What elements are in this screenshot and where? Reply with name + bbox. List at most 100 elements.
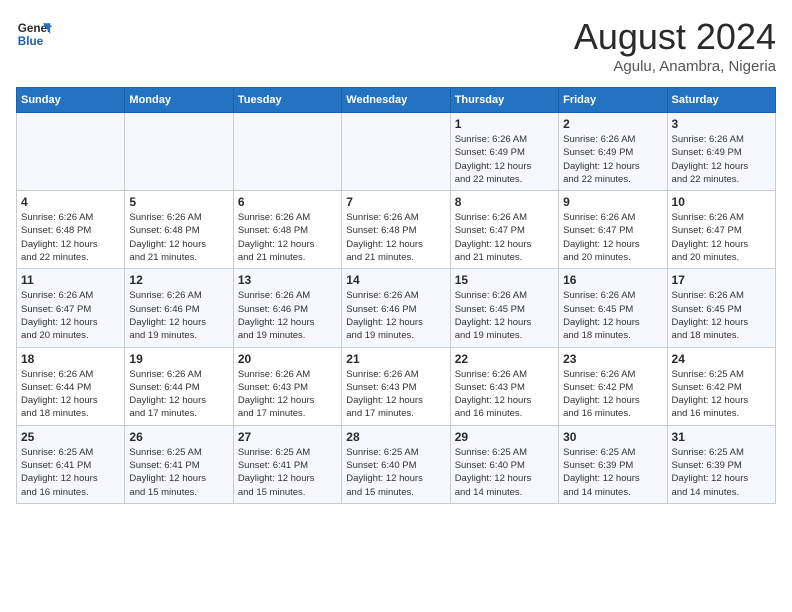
- day-cell: 30 Sunrise: 6:25 AM Sunset: 6:39 PM Dayli…: [559, 425, 667, 503]
- day-info: Sunrise: 6:26 AM Sunset: 6:49 PM Dayligh…: [563, 133, 662, 186]
- calendar-table: SundayMondayTuesdayWednesdayThursdayFrid…: [16, 87, 776, 504]
- day-info: Sunrise: 6:26 AM Sunset: 6:44 PM Dayligh…: [21, 368, 120, 421]
- day-info: Sunrise: 6:25 AM Sunset: 6:40 PM Dayligh…: [455, 446, 554, 499]
- day-number: 12: [129, 273, 228, 287]
- day-cell: 7 Sunrise: 6:26 AM Sunset: 6:48 PM Daylig…: [342, 191, 450, 269]
- day-cell: 29 Sunrise: 6:25 AM Sunset: 6:40 PM Dayli…: [450, 425, 558, 503]
- day-info: Sunrise: 6:26 AM Sunset: 6:46 PM Dayligh…: [346, 289, 445, 342]
- day-number: 23: [563, 352, 662, 366]
- day-number: 15: [455, 273, 554, 287]
- day-cell: 5 Sunrise: 6:26 AM Sunset: 6:48 PM Daylig…: [125, 191, 233, 269]
- day-header-thursday: Thursday: [450, 88, 558, 113]
- day-number: 29: [455, 430, 554, 444]
- day-cell: 11Sunrise: 6:26 AM Sunset: 6:47 PM Dayli…: [17, 269, 125, 347]
- day-info: Sunrise: 6:26 AM Sunset: 6:47 PM Dayligh…: [21, 289, 120, 342]
- day-cell: 27Sunrise: 6:25 AM Sunset: 6:41 PM Dayli…: [233, 425, 341, 503]
- day-number: 20: [238, 352, 337, 366]
- day-cell: 31 Sunrise: 6:25 AM Sunset: 6:39 PM Dayli…: [667, 425, 775, 503]
- day-info: Sunrise: 6:25 AM Sunset: 6:39 PM Dayligh…: [672, 446, 771, 499]
- day-info: Sunrise: 6:26 AM Sunset: 6:46 PM Dayligh…: [238, 289, 337, 342]
- day-number: 6: [238, 195, 337, 209]
- day-info: Sunrise: 6:26 AM Sunset: 6:48 PM Dayligh…: [21, 211, 120, 264]
- day-cell: 24Sunrise: 6:25 AM Sunset: 6:42 PM Dayli…: [667, 347, 775, 425]
- day-number: 26: [129, 430, 228, 444]
- day-info: Sunrise: 6:26 AM Sunset: 6:49 PM Dayligh…: [455, 133, 554, 186]
- day-cell: 9 Sunrise: 6:26 AM Sunset: 6:47 PM Daylig…: [559, 191, 667, 269]
- day-cell: 17Sunrise: 6:26 AM Sunset: 6:45 PM Dayli…: [667, 269, 775, 347]
- day-info: Sunrise: 6:26 AM Sunset: 6:47 PM Dayligh…: [563, 211, 662, 264]
- logo-icon: General Blue: [16, 16, 52, 52]
- week-row-3: 11Sunrise: 6:26 AM Sunset: 6:47 PM Dayli…: [17, 269, 776, 347]
- day-info: Sunrise: 6:26 AM Sunset: 6:48 PM Dayligh…: [129, 211, 228, 264]
- day-cell: 6Sunrise: 6:26 AM Sunset: 6:48 PM Daylig…: [233, 191, 341, 269]
- day-number: 31: [672, 430, 771, 444]
- day-info: Sunrise: 6:25 AM Sunset: 6:41 PM Dayligh…: [238, 446, 337, 499]
- day-cell: 19 Sunrise: 6:26 AM Sunset: 6:44 PM Dayli…: [125, 347, 233, 425]
- day-cell: 18 Sunrise: 6:26 AM Sunset: 6:44 PM Dayli…: [17, 347, 125, 425]
- day-header-tuesday: Tuesday: [233, 88, 341, 113]
- day-number: 4: [21, 195, 120, 209]
- day-number: 30: [563, 430, 662, 444]
- day-header-friday: Friday: [559, 88, 667, 113]
- day-info: Sunrise: 6:25 AM Sunset: 6:42 PM Dayligh…: [672, 368, 771, 421]
- day-cell: 23 Sunrise: 6:26 AM Sunset: 6:42 PM Dayli…: [559, 347, 667, 425]
- day-number: 13: [238, 273, 337, 287]
- week-row-2: 4 Sunrise: 6:26 AM Sunset: 6:48 PM Daylig…: [17, 191, 776, 269]
- days-header-row: SundayMondayTuesdayWednesdayThursdayFrid…: [17, 88, 776, 113]
- day-cell: 26 Sunrise: 6:25 AM Sunset: 6:41 PM Dayli…: [125, 425, 233, 503]
- day-cell: 28Sunrise: 6:25 AM Sunset: 6:40 PM Dayli…: [342, 425, 450, 503]
- day-number: 21: [346, 352, 445, 366]
- svg-text:Blue: Blue: [18, 35, 44, 48]
- day-cell: 15 Sunrise: 6:26 AM Sunset: 6:45 PM Dayli…: [450, 269, 558, 347]
- day-info: Sunrise: 6:25 AM Sunset: 6:41 PM Dayligh…: [129, 446, 228, 499]
- day-info: Sunrise: 6:26 AM Sunset: 6:45 PM Dayligh…: [672, 289, 771, 342]
- day-cell: 4 Sunrise: 6:26 AM Sunset: 6:48 PM Daylig…: [17, 191, 125, 269]
- day-info: Sunrise: 6:26 AM Sunset: 6:43 PM Dayligh…: [455, 368, 554, 421]
- day-number: 9: [563, 195, 662, 209]
- day-number: 19: [129, 352, 228, 366]
- week-row-5: 25 Sunrise: 6:25 AM Sunset: 6:41 PM Dayli…: [17, 425, 776, 503]
- day-number: 14: [346, 273, 445, 287]
- page-header: General Blue August 2024 Agulu, Anambra,…: [16, 16, 776, 75]
- day-info: Sunrise: 6:25 AM Sunset: 6:40 PM Dayligh…: [346, 446, 445, 499]
- day-number: 10: [672, 195, 771, 209]
- day-cell: 14 Sunrise: 6:26 AM Sunset: 6:46 PM Dayli…: [342, 269, 450, 347]
- day-header-sunday: Sunday: [17, 88, 125, 113]
- day-number: 5: [129, 195, 228, 209]
- day-info: Sunrise: 6:26 AM Sunset: 6:46 PM Dayligh…: [129, 289, 228, 342]
- day-cell: 8Sunrise: 6:26 AM Sunset: 6:47 PM Daylig…: [450, 191, 558, 269]
- day-number: 7: [346, 195, 445, 209]
- day-cell: 12 Sunrise: 6:26 AM Sunset: 6:46 PM Dayli…: [125, 269, 233, 347]
- day-cell: 10 Sunrise: 6:26 AM Sunset: 6:47 PM Dayli…: [667, 191, 775, 269]
- day-cell: 20 Sunrise: 6:26 AM Sunset: 6:43 PM Dayli…: [233, 347, 341, 425]
- day-cell: 21 Sunrise: 6:26 AM Sunset: 6:43 PM Dayli…: [342, 347, 450, 425]
- day-number: 25: [21, 430, 120, 444]
- day-info: Sunrise: 6:26 AM Sunset: 6:42 PM Dayligh…: [563, 368, 662, 421]
- day-info: Sunrise: 6:25 AM Sunset: 6:41 PM Dayligh…: [21, 446, 120, 499]
- day-header-wednesday: Wednesday: [342, 88, 450, 113]
- calendar-title: August 2024: [574, 16, 776, 58]
- day-cell: [17, 113, 125, 191]
- day-info: Sunrise: 6:26 AM Sunset: 6:47 PM Dayligh…: [672, 211, 771, 264]
- day-cell: 2Sunrise: 6:26 AM Sunset: 6:49 PM Daylig…: [559, 113, 667, 191]
- day-cell: [233, 113, 341, 191]
- day-info: Sunrise: 6:26 AM Sunset: 6:44 PM Dayligh…: [129, 368, 228, 421]
- day-info: Sunrise: 6:26 AM Sunset: 6:43 PM Dayligh…: [346, 368, 445, 421]
- day-number: 18: [21, 352, 120, 366]
- day-cell: 16Sunrise: 6:26 AM Sunset: 6:45 PM Dayli…: [559, 269, 667, 347]
- week-row-1: 1Sunrise: 6:26 AM Sunset: 6:49 PM Daylig…: [17, 113, 776, 191]
- day-cell: 3Sunrise: 6:26 AM Sunset: 6:49 PM Daylig…: [667, 113, 775, 191]
- day-cell: 22Sunrise: 6:26 AM Sunset: 6:43 PM Dayli…: [450, 347, 558, 425]
- week-row-4: 18 Sunrise: 6:26 AM Sunset: 6:44 PM Dayli…: [17, 347, 776, 425]
- day-info: Sunrise: 6:25 AM Sunset: 6:39 PM Dayligh…: [563, 446, 662, 499]
- day-number: 16: [563, 273, 662, 287]
- day-info: Sunrise: 6:26 AM Sunset: 6:45 PM Dayligh…: [455, 289, 554, 342]
- day-number: 3: [672, 117, 771, 131]
- day-cell: [125, 113, 233, 191]
- day-cell: 13 Sunrise: 6:26 AM Sunset: 6:46 PM Dayli…: [233, 269, 341, 347]
- day-info: Sunrise: 6:26 AM Sunset: 6:48 PM Dayligh…: [346, 211, 445, 264]
- day-header-monday: Monday: [125, 88, 233, 113]
- day-info: Sunrise: 6:26 AM Sunset: 6:43 PM Dayligh…: [238, 368, 337, 421]
- calendar-subtitle: Agulu, Anambra, Nigeria: [574, 58, 776, 75]
- day-cell: [342, 113, 450, 191]
